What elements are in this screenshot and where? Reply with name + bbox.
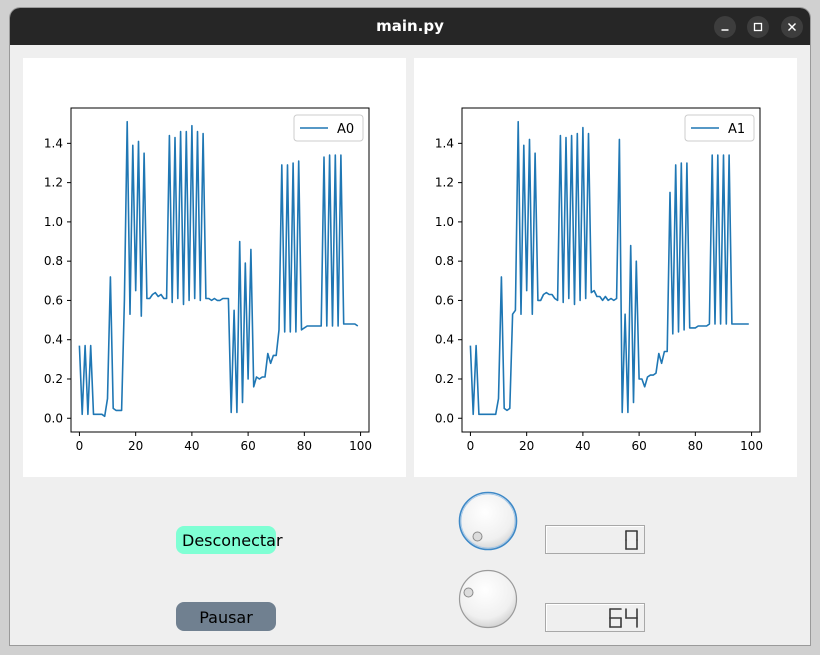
lcd-digits-1 bbox=[625, 530, 638, 550]
lcd-display-1 bbox=[545, 525, 645, 554]
chart-1-series-line-0 bbox=[469, 120, 749, 416]
chart-0-ytick-label: 1.0 bbox=[44, 215, 63, 229]
chart-0-ytick-label: 0.6 bbox=[44, 293, 63, 307]
maximize-icon[interactable] bbox=[747, 16, 769, 38]
chart-0-ytick-label: 1.4 bbox=[44, 136, 63, 150]
chart-a1: 0 20 40 60 80 100 0.0 0.2 0.4 0.6 0.8 1.0 1.2 1.4 A1 bbox=[435, 107, 763, 453]
title-bar[interactable]: main.py bbox=[10, 8, 810, 45]
lcd-1-digit-4 bbox=[625, 608, 638, 628]
chart-0-xtick-label: 20 bbox=[128, 439, 143, 453]
chart-1-legend-label: A1 bbox=[728, 122, 745, 137]
disconnect-button[interactable]: Desconectar bbox=[176, 526, 283, 554]
chart-0-xtick-label: 0 bbox=[76, 439, 84, 453]
chart-0-ytick-label: 0.2 bbox=[44, 372, 63, 386]
plot-canvas-a1[interactable]: 0 20 40 60 80 100 0.0 0.2 0.4 0.6 0.8 1.0 1.2 1.4 A1 bbox=[414, 58, 797, 477]
plot-canvas-a0[interactable]: 0 20 40 60 80 100 0.0 0.2 0.4 0.6 0.8 1.0 1.2 1.4 A0 bbox=[23, 58, 406, 477]
chart-1-ytick-label: 0.2 bbox=[435, 372, 454, 386]
chart-1-ytick-label: 1.0 bbox=[435, 215, 454, 229]
window-title: main.py bbox=[376, 17, 444, 35]
chart-0-ytick-label: 1.2 bbox=[44, 176, 63, 190]
chart-1-ytick-label: 0.0 bbox=[435, 411, 454, 425]
chart-0-xtick-label: 60 bbox=[240, 439, 255, 453]
lcd-0-digit-0 bbox=[625, 530, 638, 550]
chart-1-ytick-label: 0.8 bbox=[435, 254, 454, 268]
chart-1-xtick-label: 60 bbox=[631, 439, 646, 453]
chart-1-ytick-label: 1.2 bbox=[435, 176, 454, 190]
chart-0-ytick-label: 0.4 bbox=[44, 333, 63, 347]
dial-1[interactable] bbox=[457, 490, 519, 552]
dial-2[interactable] bbox=[457, 568, 519, 630]
chart-1-xtick-label: 80 bbox=[688, 439, 703, 453]
chart-0-series-line-0 bbox=[78, 120, 359, 418]
dial-2-notch bbox=[463, 587, 474, 598]
chart-a0: 0 20 40 60 80 100 0.0 0.2 0.4 0.6 0.8 1.0 1.2 1.4 A0 bbox=[44, 107, 372, 453]
close-icon[interactable] bbox=[781, 16, 803, 38]
dial-1-notch bbox=[472, 531, 483, 542]
app-window: main.py 0 20 40 60 80 100 0.0 0.2 0.4 0.6 0.8 1.0 1.… bbox=[10, 8, 810, 645]
lcd-display-2 bbox=[545, 603, 645, 632]
chart-0-ytick-label: 0.8 bbox=[44, 254, 63, 268]
chart-1-xtick-label: 40 bbox=[575, 439, 590, 453]
chart-1-xtick-label: 0 bbox=[467, 439, 475, 453]
chart-0-xtick-label: 100 bbox=[349, 439, 372, 453]
chart-1-ytick-label: 0.4 bbox=[435, 333, 454, 347]
chart-1-xtick-label: 100 bbox=[740, 439, 763, 453]
chart-0-xtick-label: 40 bbox=[184, 439, 199, 453]
pause-button[interactable]: Pausar bbox=[176, 602, 276, 631]
minimize-icon[interactable] bbox=[714, 16, 736, 38]
chart-0-xtick-label: 80 bbox=[297, 439, 312, 453]
chart-1-xtick-label: 20 bbox=[519, 439, 534, 453]
lcd-digits-2 bbox=[609, 608, 638, 628]
chart-1-ytick-label: 0.6 bbox=[435, 293, 454, 307]
chart-0-legend-label: A0 bbox=[337, 122, 354, 137]
chart-0-ytick-label: 0.0 bbox=[44, 411, 63, 425]
lcd-1-digit-6 bbox=[609, 608, 622, 628]
chart-1-ytick-label: 1.4 bbox=[435, 136, 454, 150]
